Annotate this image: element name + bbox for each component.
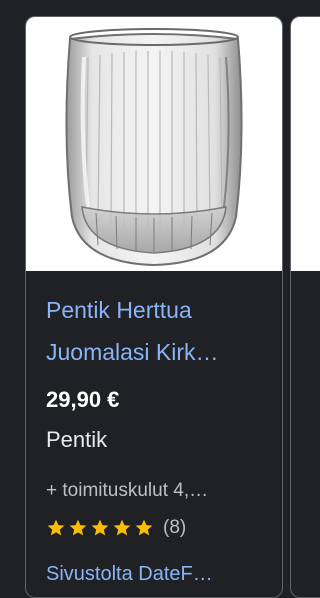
shipping-cost: + toimituskulut 4,… [46, 480, 209, 501]
star-icon [69, 519, 87, 536]
rating-count: (8) [163, 517, 187, 538]
product-title-line1[interactable]: Pentik Herttua [46, 293, 266, 327]
drinking-glass-icon [65, 28, 243, 267]
product-title-line2[interactable]: Juomalasi Kirk… [46, 335, 266, 369]
product-card[interactable]: Pentik Herttua Juomalasi Kirk… 29,90 € P… [25, 16, 283, 598]
product-image[interactable] [26, 17, 282, 271]
rating: (8) [46, 517, 186, 539]
star-icon [47, 519, 65, 536]
star-icon [135, 519, 153, 536]
merchant-name: Pentik [46, 427, 108, 452]
next-product-image[interactable] [291, 17, 320, 271]
star-icon [91, 519, 109, 536]
product-price: 29,90 € [46, 387, 120, 412]
next-product-card[interactable] [290, 16, 320, 598]
star-icon [113, 519, 131, 536]
